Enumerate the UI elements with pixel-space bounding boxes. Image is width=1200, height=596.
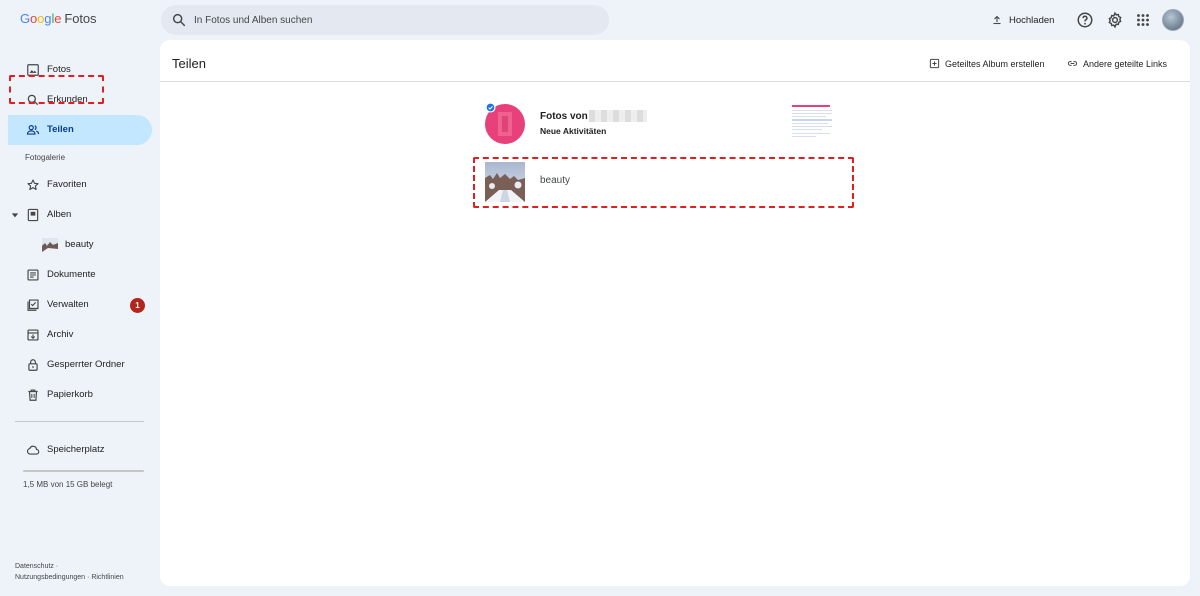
sidebar-item-label: Favoriten xyxy=(47,179,87,190)
sidebar-item-archiv[interactable]: Archiv xyxy=(8,320,152,350)
album-thumbnail xyxy=(42,238,58,252)
footer-links: Datenschutz · Nutzungsbedingungen · Rich… xyxy=(15,561,124,583)
add-box-icon xyxy=(929,58,940,69)
terms-link[interactable]: Nutzungsbedingungen xyxy=(15,574,85,581)
settings-icon[interactable] xyxy=(1106,11,1124,29)
logo-google-text: Google xyxy=(20,11,62,26)
create-shared-album-label: Geteiltes Album erstellen xyxy=(945,58,1045,69)
sidebar-divider xyxy=(15,421,144,422)
people-icon xyxy=(26,125,40,135)
shared-activity-icon xyxy=(485,102,496,113)
storage-progress-bar xyxy=(23,470,144,472)
privacy-link[interactable]: Datenschutz xyxy=(15,563,54,570)
archive-icon xyxy=(27,329,39,341)
chevron-down-icon[interactable] xyxy=(11,211,19,219)
sidebar-item-label: Teilen xyxy=(47,124,74,135)
top-bar: GoogleFotos Hochladen xyxy=(0,0,1200,40)
sidebar-item-teilen[interactable]: Teilen xyxy=(8,115,152,145)
trash-icon xyxy=(28,389,38,401)
star-icon xyxy=(27,179,39,191)
activity-preview-thumbnail xyxy=(791,103,833,141)
main-panel: Teilen Geteiltes Album erstellen Andere … xyxy=(160,40,1190,586)
footer-separator: · xyxy=(87,574,90,581)
sidebar-item-papierkorb[interactable]: Papierkorb xyxy=(8,380,152,410)
other-shared-links-button[interactable]: Andere geteilte Links xyxy=(1067,58,1167,69)
google-photos-logo[interactable]: Google Fotos xyxy=(20,11,96,26)
footer-separator: · xyxy=(55,563,59,570)
sidebar-item-verwalten[interactable]: Verwalten 1 xyxy=(8,290,152,320)
notification-badge: 1 xyxy=(130,298,145,313)
create-shared-album-button[interactable]: Geteiltes Album erstellen xyxy=(929,58,1045,69)
sidebar-item-label: Speicherplatz xyxy=(47,444,105,455)
section-label-fotogalerie: Fotogalerie xyxy=(25,153,66,162)
search-input[interactable] xyxy=(194,5,594,35)
main-header: Teilen Geteiltes Album erstellen Andere … xyxy=(160,40,1190,82)
sidebar-item-label: Alben xyxy=(47,209,72,220)
sidebar-item-label: Fotos xyxy=(47,64,71,75)
sidebar-item-label: Dokumente xyxy=(47,269,96,280)
sidebar-item-label: Archiv xyxy=(47,329,74,340)
page-title: Teilen xyxy=(172,56,206,71)
redacted-name xyxy=(589,110,647,122)
other-shared-links-label: Andere geteilte Links xyxy=(1083,58,1168,69)
sidebar-item-speicherplatz[interactable]: Speicherplatz xyxy=(8,435,152,465)
policies-link[interactable]: Richtlinien xyxy=(91,574,123,581)
manage-icon xyxy=(27,299,39,311)
sidebar-item-label: Papierkorb xyxy=(47,389,93,400)
account-avatar[interactable] xyxy=(1162,9,1184,31)
sidebar-item-favoriten[interactable]: Favoriten xyxy=(8,170,152,200)
album-icon xyxy=(27,208,39,222)
share-item-fotos-von[interactable]: Fotos von Neue Aktivitäten xyxy=(482,100,852,146)
cloud-icon xyxy=(26,445,40,455)
sidebar-item-gesperrter-ordner[interactable]: Gesperrter Ordner xyxy=(8,350,152,380)
upload-button[interactable]: Hochladen xyxy=(991,8,1054,32)
annotation-highlight-teilen xyxy=(9,75,104,104)
search-icon[interactable] xyxy=(171,12,187,28)
sidebar-item-label: Gesperrter Ordner xyxy=(47,359,125,370)
upload-icon xyxy=(993,15,1001,25)
share-item-title: Fotos von xyxy=(540,111,588,122)
lock-icon xyxy=(28,359,38,371)
search-bar[interactable] xyxy=(161,5,609,35)
sidebar-item-dokumente[interactable]: Dokumente xyxy=(8,260,152,290)
upload-label: Hochladen xyxy=(1009,14,1055,26)
logo-product-text: Fotos xyxy=(64,11,97,26)
apps-grid-icon[interactable] xyxy=(1134,11,1152,29)
sidebar: Fotos Erkunden Teilen Fotogalerie Favori… xyxy=(0,40,158,596)
sidebar-item-label: Verwalten xyxy=(47,299,89,310)
link-icon xyxy=(1067,61,1078,66)
storage-usage-text: 1,5 MB von 15 GB belegt xyxy=(23,480,113,489)
sidebar-item-album-beauty[interactable]: beauty xyxy=(8,230,152,260)
document-icon xyxy=(27,269,39,281)
sidebar-item-label: beauty xyxy=(65,239,94,250)
help-icon[interactable] xyxy=(1076,11,1094,29)
sidebar-item-alben[interactable]: Alben xyxy=(8,200,152,230)
share-item-subtitle: Neue Aktivitäten xyxy=(540,126,607,136)
annotation-highlight-album xyxy=(473,157,854,208)
